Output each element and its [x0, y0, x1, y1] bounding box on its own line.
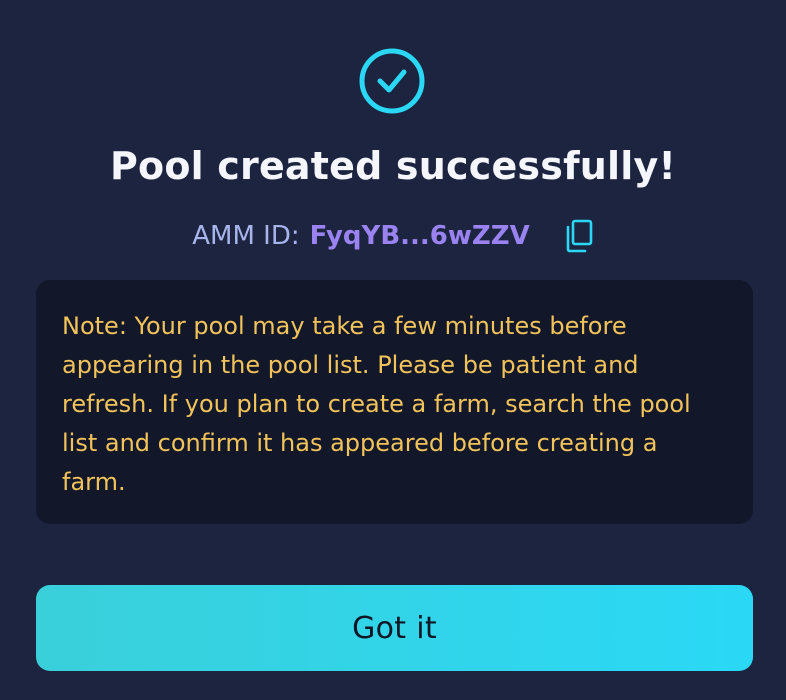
- copy-button[interactable]: [564, 219, 594, 253]
- copy-icon: [566, 219, 593, 253]
- note-text: Note: Your pool may take a few minutes b…: [62, 312, 691, 496]
- note-box: Note: Your pool may take a few minutes b…: [36, 280, 753, 524]
- amm-id-row: AMM ID: FyqYB...6wZZV: [0, 216, 786, 256]
- dialog-title: Pool created successfully!: [109, 144, 677, 188]
- got-it-label: Got it: [352, 610, 437, 646]
- amm-id-value: FyqYB...6wZZV: [309, 221, 530, 251]
- got-it-button[interactable]: Got it: [36, 585, 753, 671]
- check-circle-icon: [359, 48, 425, 114]
- amm-id-label: AMM ID:: [192, 221, 300, 251]
- pool-created-dialog: Pool created successfully! AMM ID: FyqYB…: [0, 0, 786, 700]
